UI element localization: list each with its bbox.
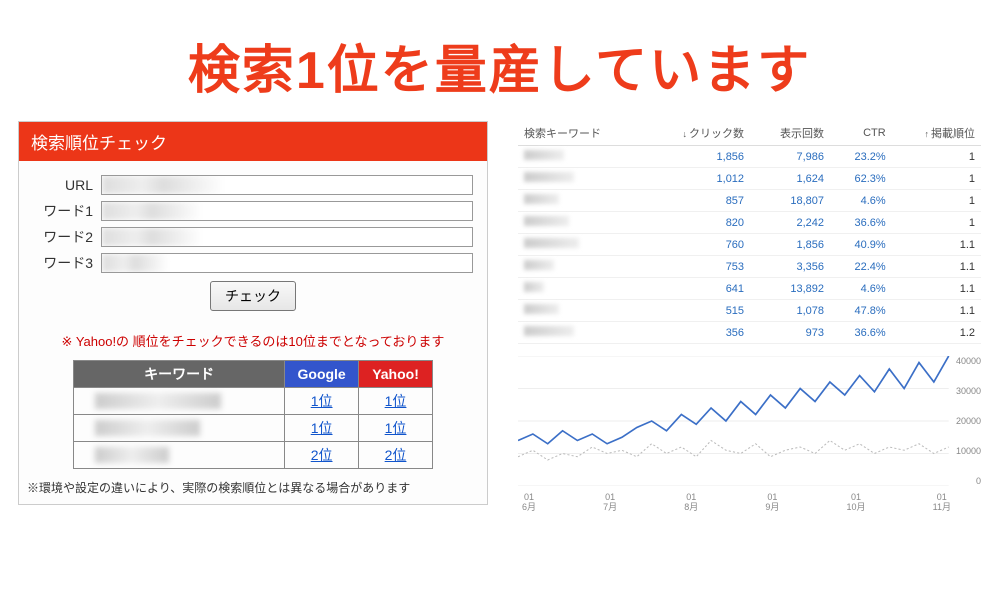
cell-position: 1 — [892, 190, 981, 212]
stats-table: 検索キーワード ↓クリック数 表示回数 CTR ↑掲載順位 1,8567,986… — [518, 121, 981, 344]
cell-position: 1.1 — [892, 256, 981, 278]
checker-title: 検索順位チェック — [19, 122, 487, 161]
cell-impressions: 973 — [750, 322, 830, 344]
cell-position: 1 — [892, 212, 981, 234]
rank-google[interactable]: 1位 — [285, 388, 359, 415]
word2-input[interactable] — [101, 227, 473, 247]
cell-ctr: 4.6% — [830, 278, 892, 300]
cell-clicks: 356 — [645, 322, 750, 344]
cell-clicks: 760 — [645, 234, 750, 256]
rank-yahoo[interactable]: 1位 — [359, 388, 433, 415]
rank-yahoo[interactable]: 2位 — [359, 442, 433, 469]
cell-position: 1.1 — [892, 278, 981, 300]
table-row: 8202,24236.6%1 — [518, 212, 981, 234]
table-row: 1,8567,98623.2%1 — [518, 146, 981, 168]
table-row: 5151,07847.8%1.1 — [518, 300, 981, 322]
th-keyword[interactable]: 検索キーワード — [518, 121, 645, 146]
main-headline: 検索1位を量産しています — [0, 28, 999, 103]
search-console-panel: 検索キーワード ↓クリック数 表示回数 CTR ↑掲載順位 1,8567,986… — [518, 121, 981, 516]
th-impressions[interactable]: 表示回数 — [750, 121, 830, 146]
check-button[interactable]: チェック — [210, 281, 296, 311]
cell-clicks: 857 — [645, 190, 750, 212]
cell-impressions: 1,078 — [750, 300, 830, 322]
table-row: 7533,35622.4%1.1 — [518, 256, 981, 278]
traffic-chart: 400003000020000100000 016月017月018月019月01… — [518, 356, 981, 516]
label-word3: ワード3 — [33, 253, 101, 273]
th-google: Google — [285, 361, 359, 388]
cell-position: 1.1 — [892, 300, 981, 322]
label-word1: ワード1 — [33, 201, 101, 221]
word1-input[interactable] — [101, 201, 473, 221]
cell-clicks: 753 — [645, 256, 750, 278]
cell-impressions: 1,856 — [750, 234, 830, 256]
table-row: 1位 1位 — [74, 388, 433, 415]
th-keyword: キーワード — [74, 361, 285, 388]
label-url: URL — [33, 177, 101, 193]
cell-position: 1.2 — [892, 322, 981, 344]
cell-ctr: 40.9% — [830, 234, 892, 256]
env-footnote: ※環境や設定の違いにより、実際の検索順位とは異なる場合があります — [19, 479, 487, 504]
rank-google[interactable]: 2位 — [285, 442, 359, 469]
cell-clicks: 1,012 — [645, 168, 750, 190]
cell-clicks: 515 — [645, 300, 750, 322]
cell-impressions: 1,624 — [750, 168, 830, 190]
th-position[interactable]: ↑掲載順位 — [892, 121, 981, 146]
cell-clicks: 1,856 — [645, 146, 750, 168]
yahoo-note: ※ Yahoo!の 順位をチェックできるのは10位までとなっております — [19, 331, 487, 350]
url-input[interactable] — [101, 175, 473, 195]
word3-input[interactable] — [101, 253, 473, 273]
label-word2: ワード2 — [33, 227, 101, 247]
cell-ctr: 47.8% — [830, 300, 892, 322]
cell-impressions: 3,356 — [750, 256, 830, 278]
table-row: 85718,8074.6%1 — [518, 190, 981, 212]
cell-position: 1 — [892, 168, 981, 190]
rank-checker-panel: 検索順位チェック URL ワード1 ワード2 ワード3 — [18, 121, 488, 516]
cell-position: 1 — [892, 146, 981, 168]
cell-ctr: 22.4% — [830, 256, 892, 278]
cell-position: 1.1 — [892, 234, 981, 256]
th-yahoo: Yahoo! — [359, 361, 433, 388]
cell-impressions: 7,986 — [750, 146, 830, 168]
cell-ctr: 23.2% — [830, 146, 892, 168]
rank-yahoo[interactable]: 1位 — [359, 415, 433, 442]
cell-ctr: 36.6% — [830, 322, 892, 344]
cell-ctr: 62.3% — [830, 168, 892, 190]
cell-clicks: 820 — [645, 212, 750, 234]
th-ctr[interactable]: CTR — [830, 121, 892, 146]
th-clicks[interactable]: ↓クリック数 — [645, 121, 750, 146]
cell-clicks: 641 — [645, 278, 750, 300]
table-row: 64113,8924.6%1.1 — [518, 278, 981, 300]
table-row: 35697336.6%1.2 — [518, 322, 981, 344]
table-row: 1,0121,62462.3%1 — [518, 168, 981, 190]
rank-result-table: キーワード Google Yahoo! 1位 1位 1位 1位 2位 — [73, 360, 433, 469]
table-row: 7601,85640.9%1.1 — [518, 234, 981, 256]
cell-ctr: 36.6% — [830, 212, 892, 234]
cell-impressions: 2,242 — [750, 212, 830, 234]
cell-impressions: 18,807 — [750, 190, 830, 212]
cell-ctr: 4.6% — [830, 190, 892, 212]
cell-impressions: 13,892 — [750, 278, 830, 300]
rank-google[interactable]: 1位 — [285, 415, 359, 442]
table-row: 1位 1位 — [74, 415, 433, 442]
table-row: 2位 2位 — [74, 442, 433, 469]
